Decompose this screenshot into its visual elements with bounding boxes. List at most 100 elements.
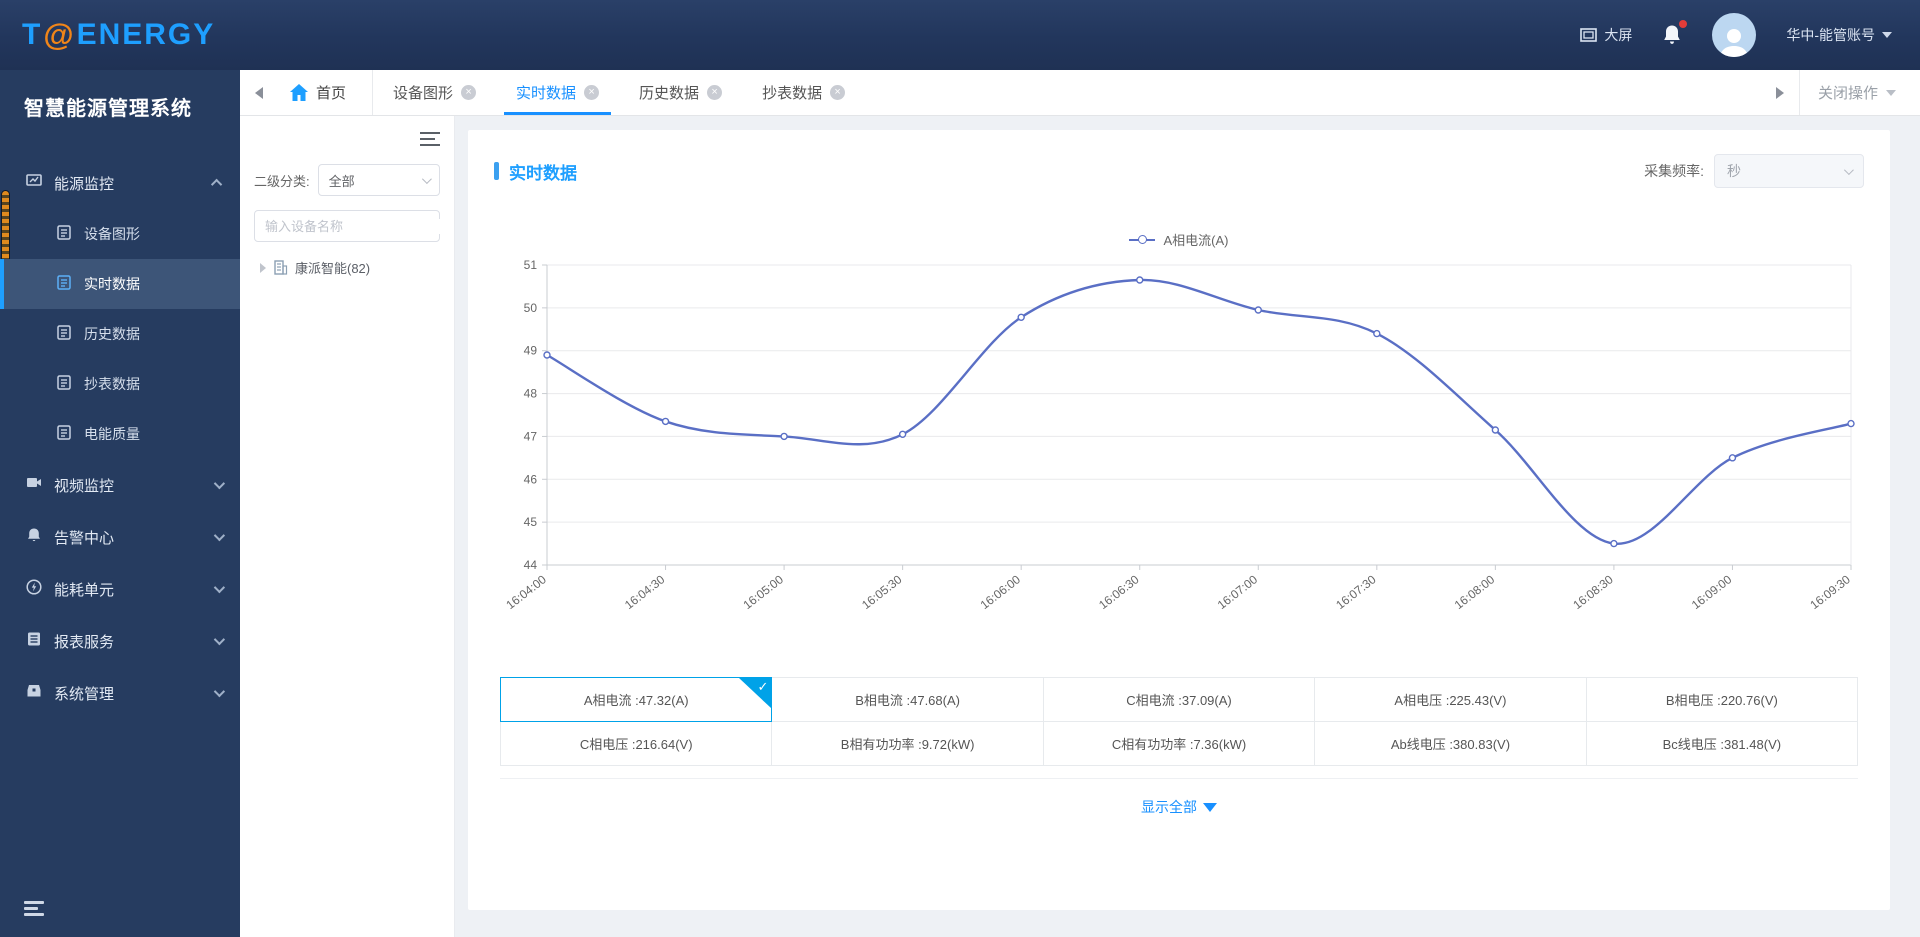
tabs-scroll-left-button[interactable] — [240, 70, 278, 115]
tab-label: 抄表数据 — [762, 85, 823, 102]
tree-item-label: 康派智能(82) — [295, 261, 371, 276]
tabs-scroll-right-button[interactable] — [1761, 70, 1799, 115]
energy-icon — [26, 579, 42, 599]
check-icon: ✓ — [757, 679, 769, 694]
user-icon — [1720, 29, 1749, 57]
tab-close-icon[interactable]: × — [461, 85, 477, 100]
table-cell[interactable]: A相电压 :225.43(V) — [1314, 677, 1587, 722]
tab-close-icon[interactable]: × — [584, 85, 600, 100]
panel-collapse-button[interactable] — [420, 128, 440, 150]
bell-icon — [1664, 25, 1681, 44]
table-cell[interactable]: B相电流 :47.68(A) — [771, 677, 1044, 722]
sidebar-item-label: 系统管理 — [54, 685, 115, 703]
close-operations-button[interactable]: 关闭操作 — [1798, 70, 1920, 115]
organization-icon — [274, 260, 288, 275]
device-search-input[interactable] — [265, 218, 441, 234]
sidebar-item-label: 视频监控 — [54, 477, 115, 495]
tab-close-icon[interactable]: × — [830, 85, 846, 100]
big-screen-button[interactable]: 大屏 — [1580, 25, 1632, 45]
sidebar-menu: 能源监控 设备图形实时数据历史数据抄表数据电能质量视频监控告警中心能耗单元 报表服务… — [0, 157, 240, 719]
notification-button[interactable] — [1662, 20, 1688, 46]
open-tabs: 设备图形 × 实时数据 × 历史数据 × 抄表数据 × — [373, 70, 865, 115]
table-cell[interactable]: C相有功功率 :7.36(kW) — [1042, 721, 1316, 766]
svg-text:16:07:00: 16:07:00 — [1215, 572, 1261, 612]
tree-expand-icon[interactable] — [260, 262, 266, 273]
alarm-icon — [26, 527, 42, 547]
sidebar-item[interactable]: 能源监控 — [0, 157, 240, 209]
tab-item[interactable]: 抄表数据 × — [742, 70, 865, 115]
chevron-down-icon — [213, 685, 226, 698]
sidebar-item[interactable]: 能耗单元 — [0, 563, 240, 615]
tab-bar: 首页 设备图形 × 实时数据 × 历史数据 × 抄表数据 × 关闭操作 — [240, 70, 1920, 116]
logo-at-icon: @ — [43, 17, 76, 52]
doc-icon — [56, 424, 72, 444]
sidebar-subitem[interactable]: 抄表数据 — [0, 359, 240, 409]
arrow-left-icon — [255, 86, 263, 99]
cell-label: C相电流 :37.09(A) — [1126, 693, 1232, 708]
svg-text:46: 46 — [524, 472, 538, 486]
table-cell[interactable]: C相电流 :37.09(A) — [1042, 677, 1316, 722]
svg-text:50: 50 — [524, 301, 538, 315]
table-cell[interactable]: C相电压 :216.64(V) — [500, 721, 773, 766]
chevron-down-icon — [213, 529, 226, 542]
sidebar-item[interactable]: 系统管理 — [0, 667, 240, 719]
sidebar-subitem[interactable]: 电能质量 — [0, 409, 240, 459]
doc-icon — [56, 274, 72, 294]
freq-select[interactable]: 秒 — [1714, 154, 1864, 188]
svg-text:16:09:30: 16:09:30 — [1807, 572, 1853, 612]
doc-icon — [56, 324, 72, 344]
sidebar-subitem-label: 电能质量 — [84, 426, 140, 442]
chevron-down-icon — [1886, 89, 1896, 96]
category-label: 二级分类: — [254, 173, 310, 189]
sidebar-subitem[interactable]: 历史数据 — [0, 309, 240, 359]
chevron-down-icon — [421, 173, 432, 184]
report-icon — [26, 631, 42, 651]
sidebar-item[interactable]: 视频监控 — [0, 459, 240, 511]
sidebar-subitem-label: 实时数据 — [84, 276, 140, 292]
table-cell[interactable]: B相电压 :220.76(V) — [1585, 677, 1859, 722]
app-header: T @ ENERGY 大屏 华中-能管账号 — [0, 0, 1920, 70]
sidebar-subitem[interactable]: 设备图形 — [0, 209, 240, 259]
sidebar-item[interactable]: 告警中心 — [0, 511, 240, 563]
avatar[interactable] — [1712, 13, 1757, 57]
hamburger-icon — [24, 901, 44, 916]
svg-text:16:07:30: 16:07:30 — [1333, 572, 1379, 612]
svg-text:16:08:00: 16:08:00 — [1452, 572, 1498, 612]
tab-home[interactable]: 首页 — [278, 70, 374, 115]
tab-label: 设备图形 — [393, 85, 454, 102]
category-select[interactable]: 全部 — [317, 164, 440, 196]
tab-item[interactable]: 历史数据 × — [619, 70, 742, 115]
svg-text:44: 44 — [524, 558, 538, 572]
tab-label: 实时数据 — [516, 85, 577, 102]
system-title: 智慧能源管理系统 — [24, 98, 192, 120]
svg-text:49: 49 — [524, 344, 538, 358]
table-cell[interactable]: Ab线电压 :380.83(V) — [1314, 721, 1587, 766]
tree-item-kangpai[interactable]: 康派智能(82) — [254, 258, 440, 277]
cell-label: Bc线电压 :381.48(V) — [1662, 737, 1782, 752]
sidebar: 智慧能源管理系统 能源监控 设备图形实时数据历史数据抄表数据电能质量视频监控告警中… — [0, 70, 240, 937]
legend-label: A相电流(A) — [1163, 233, 1229, 248]
account-menu[interactable]: 华中-能管账号 — [1786, 25, 1892, 45]
account-name: 华中-能管账号 — [1786, 27, 1875, 43]
sidebar-collapse-button[interactable] — [24, 898, 44, 919]
sidebar-subitem[interactable]: 实时数据 — [0, 259, 240, 309]
page-title: 实时数据 — [494, 159, 577, 184]
tab-item[interactable]: 实时数据 × — [496, 70, 619, 115]
show-all-button[interactable]: 显示全部 — [468, 797, 1890, 817]
chevron-down-icon — [1882, 32, 1892, 38]
sidebar-item[interactable]: 报表服务 — [0, 615, 240, 667]
table-cell[interactable]: Bc线电压 :381.48(V) — [1585, 721, 1859, 766]
chart-legend[interactable]: A相电流(A) — [468, 230, 1890, 249]
legend-line-marker-icon — [1129, 235, 1156, 244]
tab-item[interactable]: 设备图形 × — [373, 70, 496, 115]
cell-label: B相有功功率 :9.72(kW) — [840, 737, 975, 752]
sidebar-subitem-label: 抄表数据 — [84, 376, 140, 392]
cell-label: A相电压 :225.43(V) — [1394, 693, 1507, 708]
sidebar-item-label: 告警中心 — [54, 529, 115, 547]
logo-text: T — [22, 18, 43, 51]
doc-icon — [56, 224, 72, 244]
video-icon — [26, 475, 42, 495]
table-cell-selected[interactable]: A相电流 :47.32(A) ✓ — [500, 677, 773, 722]
tab-close-icon[interactable]: × — [707, 85, 723, 100]
table-cell[interactable]: B相有功功率 :9.72(kW) — [771, 721, 1044, 766]
